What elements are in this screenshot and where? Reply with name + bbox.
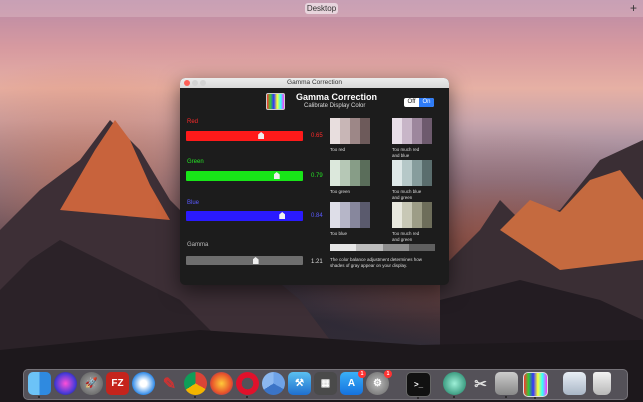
gamma-label: Gamma: [187, 242, 209, 248]
running-indicator: [38, 396, 40, 398]
swatch-too-red: [330, 118, 370, 144]
on-off-toggle[interactable]: Off On: [404, 98, 434, 107]
window-titlebar: Gamma Correction: [180, 78, 449, 88]
system-preferences-icon[interactable]: ⚙ 1: [366, 370, 392, 395]
app-color-bars-icon: [266, 93, 285, 110]
utilities-icon[interactable]: ✂: [469, 372, 492, 395]
running-indicator: [246, 396, 248, 398]
caption-too-much-red-blue: Too much red and blue: [392, 147, 419, 158]
close-button[interactable]: [184, 80, 190, 86]
running-indicator: [417, 397, 419, 399]
terminal-text: >_: [413, 380, 424, 389]
gamma-value: 1.21: [311, 259, 323, 265]
caption-line: Too much blue: [392, 189, 422, 194]
red-label: Red: [187, 119, 199, 125]
window-title: Gamma Correction: [287, 79, 342, 86]
gamma-correction-window: Gamma Correction Gamma Correction Calibr…: [180, 78, 449, 285]
gamma-correction-icon[interactable]: [523, 372, 548, 399]
running-indicator: [505, 396, 507, 398]
filezilla-icon[interactable]: FZ: [106, 372, 129, 395]
running-indicator: [194, 396, 196, 398]
red-slider[interactable]: [186, 131, 303, 141]
downloads-icon[interactable]: [563, 372, 586, 395]
finder-icon[interactable]: [28, 372, 51, 398]
color-balance-note: The color balance adjustment determines …: [330, 257, 423, 268]
caption-line: and green: [392, 194, 413, 200]
cleanmaster-icon[interactable]: [443, 372, 466, 398]
app-store-icon[interactable]: A1: [340, 370, 366, 395]
siri-icon[interactable]: [54, 372, 77, 395]
caption-too-green: Too green: [330, 189, 351, 194]
calculator-icon[interactable]: ▦: [314, 372, 337, 395]
filezilla-text: FZ: [111, 378, 124, 389]
opera-icon[interactable]: [236, 372, 259, 398]
red-slider-knob[interactable]: [258, 132, 265, 139]
system-preferences-badge: 1: [384, 370, 392, 378]
caption-line: and blue: [392, 152, 410, 158]
chromium-icon[interactable]: [262, 372, 285, 395]
blue-label: Blue: [187, 200, 200, 206]
swatch-too-much-blue-green: [392, 160, 432, 186]
blue-value: 0.84: [311, 213, 323, 219]
red-value: 0.65: [311, 133, 323, 139]
running-indicator: [534, 397, 536, 399]
swatch-too-much-red-blue: [392, 118, 432, 144]
caption-line: and green: [392, 236, 413, 242]
launchpad-icon[interactable]: 🚀: [80, 372, 103, 395]
caption-too-red: Too red: [330, 147, 346, 152]
swatch-too-green: [330, 160, 370, 186]
swatch-too-blue: [330, 202, 370, 228]
preview-icon[interactable]: [495, 372, 518, 398]
dock: 🚀 FZ ✎ ⚒ ▦ A1 ⚙ 1 >_ ✂: [23, 369, 628, 400]
green-label: Green: [187, 159, 204, 165]
spaces-bar: Desktop +: [0, 0, 643, 17]
caption-too-much-blue-green: Too much blue and green: [392, 189, 421, 200]
green-value: 0.79: [311, 173, 323, 179]
terminal-icon[interactable]: >_: [406, 372, 431, 399]
blue-slider-knob[interactable]: [279, 212, 286, 219]
gamma-slider[interactable]: [186, 256, 303, 265]
green-slider-knob[interactable]: [273, 172, 280, 179]
toggle-off[interactable]: Off: [404, 98, 419, 107]
caption-too-blue: Too blue: [330, 231, 348, 236]
app-title: Gamma Correction: [296, 92, 378, 102]
zoom-button[interactable]: [200, 80, 206, 86]
caption-line: Too much red: [392, 231, 420, 236]
gray-ramp: [330, 244, 435, 251]
blue-slider[interactable]: [186, 211, 303, 221]
add-space-button[interactable]: +: [630, 1, 637, 15]
swatch-too-much-red-green: [392, 202, 432, 228]
safari-icon[interactable]: [132, 372, 155, 395]
trash-icon[interactable]: [593, 372, 611, 395]
minimize-button[interactable]: [192, 80, 198, 86]
desktop-tab[interactable]: Desktop: [305, 3, 338, 14]
firefox-icon[interactable]: [210, 372, 233, 395]
running-indicator: [453, 396, 455, 398]
chrome-icon[interactable]: [184, 372, 207, 398]
app-store-badge: 1: [358, 370, 366, 378]
xcode-icon[interactable]: ⚒: [288, 372, 311, 395]
green-slider[interactable]: [186, 171, 303, 181]
caption-line: Too much red: [392, 147, 420, 152]
app-subtitle: Calibrate Display Color: [304, 103, 366, 109]
caption-too-much-red-green: Too much red and green: [392, 231, 419, 242]
scrobbles-icon[interactable]: ✎: [158, 372, 181, 395]
gamma-slider-knob[interactable]: [252, 257, 259, 264]
toggle-on[interactable]: On: [419, 98, 434, 107]
